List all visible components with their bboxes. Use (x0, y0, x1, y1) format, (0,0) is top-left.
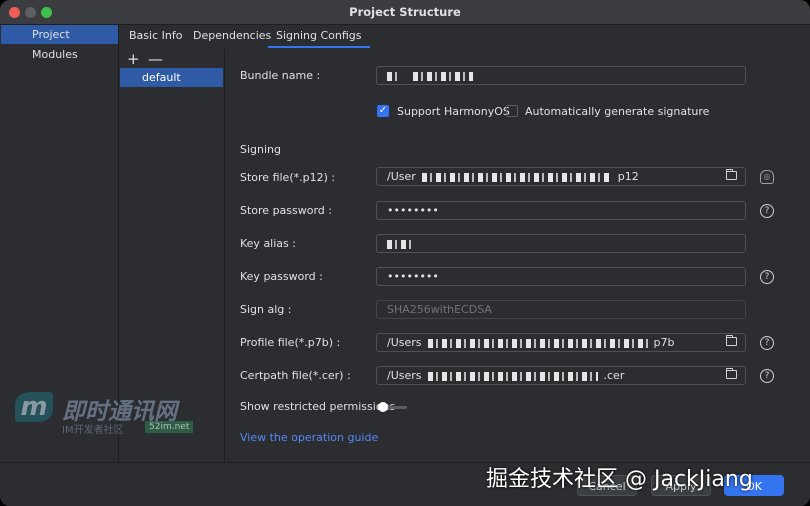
tab-basic-info[interactable]: Basic Info (129, 25, 182, 47)
tab-bar: Basic Info Dependencies Signing Configs (120, 25, 810, 48)
profile-file-field[interactable]: /Users p7b (376, 333, 746, 352)
overlay-watermark-text: 掘金技术社区 @ JackJiang (486, 467, 753, 492)
help-icon[interactable]: ? (760, 204, 774, 218)
help-icon[interactable]: ? (760, 369, 774, 383)
sign-alg-field: SHA256withECDSA (376, 300, 746, 319)
help-icon[interactable]: ? (760, 336, 774, 350)
tab-signing-configs[interactable]: Signing Configs (268, 25, 370, 48)
key-password-label: Key password : (240, 270, 323, 283)
redacted-path (427, 371, 598, 381)
signing-form: Bundle name : ✓ Support HarmonyOS Automa… (225, 49, 810, 462)
support-harmonyos-label: Support HarmonyOS (397, 105, 510, 118)
title-bar: Project Structure (0, 0, 810, 25)
nav-item-project[interactable]: Project (1, 25, 118, 44)
store-file-prefix: /User (387, 170, 416, 183)
window-title: Project Structure (349, 5, 461, 19)
folder-icon[interactable] (726, 368, 737, 379)
profile-file-prefix: /Users (387, 336, 422, 349)
operation-guide-link[interactable]: View the operation guide (240, 431, 378, 444)
key-alias-label: Key alias : (240, 237, 296, 250)
certpath-file-label: Certpath file(*.cer) : (240, 369, 351, 382)
folder-icon[interactable] (726, 335, 737, 346)
profile-file-label: Profile file(*.p7b) : (240, 336, 341, 349)
bundle-name-label: Bundle name : (240, 69, 321, 82)
watermark-logo: m (15, 392, 53, 422)
tab-dependencies[interactable]: Dependencies (193, 25, 271, 47)
store-file-suffix: p12 (617, 170, 639, 183)
redacted-path (427, 338, 648, 348)
key-alias-field[interactable] (376, 234, 746, 253)
certpath-file-suffix: .cer (603, 369, 625, 382)
auto-signature-checkbox[interactable] (506, 105, 518, 117)
bundle-name-field[interactable] (376, 66, 746, 85)
remove-config-button[interactable]: — (148, 50, 163, 68)
certpath-file-prefix: /Users (387, 369, 422, 382)
project-structure-window: Project Structure Project Modules Basic … (0, 0, 810, 506)
redacted-text (387, 71, 401, 81)
store-file-label: Store file(*.p12) : (240, 171, 336, 184)
redacted-text (413, 71, 473, 81)
add-config-button[interactable]: + (127, 50, 140, 68)
redacted-text (387, 239, 413, 249)
nav-item-modules[interactable]: Modules (1, 45, 118, 64)
store-file-field[interactable]: /User p12 (376, 167, 746, 186)
watermark-badge: 52im.net (145, 421, 194, 433)
list-item-default[interactable]: default (120, 68, 223, 87)
show-restricted-label: Show restricted permissions (240, 400, 396, 413)
store-password-field[interactable]: •••••••• (376, 201, 746, 220)
redacted-path (421, 172, 612, 182)
auto-signature-label: Automatically generate signature (525, 105, 710, 118)
store-password-label: Store password : (240, 204, 332, 217)
certpath-file-field[interactable]: /Users .cer (376, 366, 746, 385)
toggle-knob[interactable] (378, 402, 388, 412)
folder-icon[interactable] (726, 169, 737, 180)
fingerprint-icon[interactable]: ◎ (760, 170, 774, 184)
support-harmonyos-checkbox[interactable]: ✓ (377, 105, 389, 117)
signing-section-title: Signing (240, 143, 282, 156)
sign-alg-label: Sign alg : (240, 303, 292, 316)
help-icon[interactable]: ? (760, 270, 774, 284)
key-password-field[interactable]: •••••••• (376, 267, 746, 286)
profile-file-suffix: p7b (653, 336, 675, 349)
watermark-subtitle: IM开发者社区 (62, 425, 124, 436)
